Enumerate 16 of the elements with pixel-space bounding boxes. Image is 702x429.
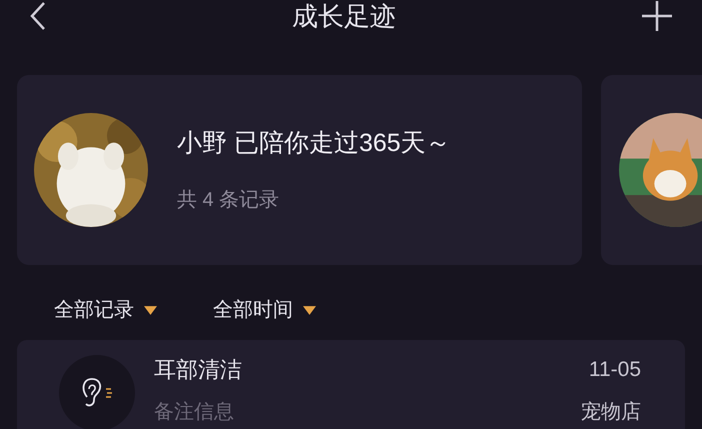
back-button[interactable] bbox=[28, 1, 48, 31]
filter-dropdown[interactable]: 全部记录 bbox=[54, 295, 157, 325]
pet-card[interactable]: 小野 已陪你走过365天～ 共 4 条记录 bbox=[17, 75, 582, 265]
record-note: 备注信息 bbox=[154, 400, 235, 425]
add-button[interactable] bbox=[640, 0, 674, 33]
record-place: 宠物店 bbox=[581, 400, 641, 425]
filter-dropdown[interactable]: 全部时间 bbox=[213, 295, 316, 325]
caret-icon bbox=[144, 306, 157, 314]
record-date: 11-05 bbox=[588, 357, 641, 383]
caret-icon bbox=[303, 306, 316, 314]
page-title: 成长足迹 bbox=[292, 0, 396, 32]
pet-card[interactable] bbox=[601, 75, 702, 265]
companion-text: 小野 已陪你走过365天～ bbox=[177, 128, 451, 160]
record-card[interactable]: 耳部清洁 备注信息 11-05 宠物店 bbox=[17, 340, 685, 429]
record-count: 共 4 条记录 bbox=[177, 188, 280, 213]
record-title: 耳部清洁 bbox=[154, 356, 243, 384]
